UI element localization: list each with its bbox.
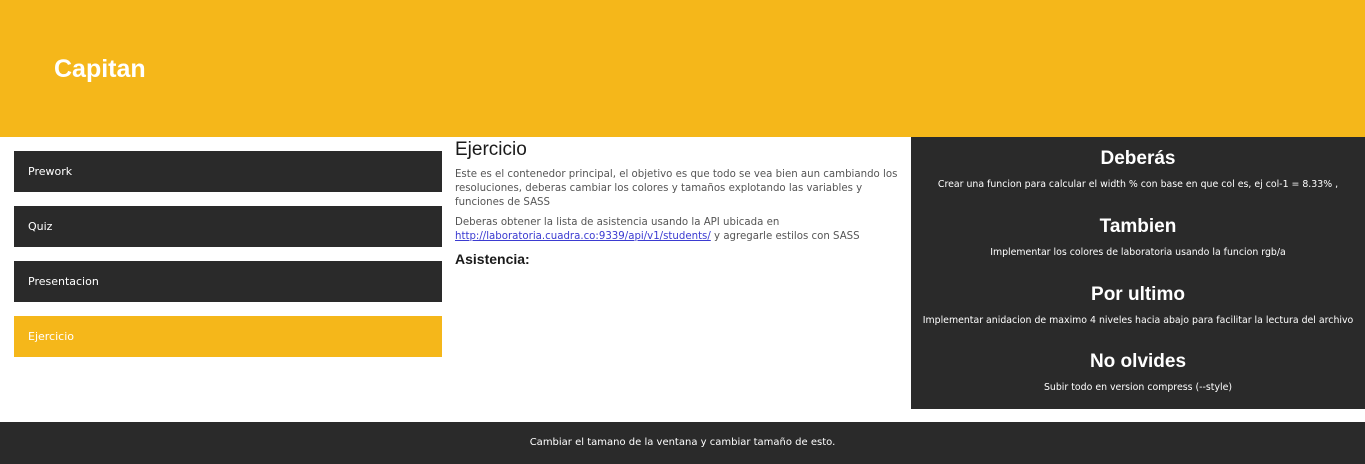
- sidebar-item-presentacion[interactable]: Presentacion: [14, 261, 442, 302]
- section-title: Deberás: [1100, 148, 1176, 169]
- section-text: Implementar los colores de laboratoria u…: [990, 247, 1286, 258]
- sidebar-item-quiz[interactable]: Quiz: [14, 206, 442, 247]
- api-paragraph: Deberas obtener la lista de asistencia u…: [455, 216, 900, 244]
- instructions-panel: Deberás Crear una funcion para calcular …: [911, 137, 1365, 409]
- page-title: Ejercicio: [455, 139, 527, 160]
- api-paragraph-tail: y agregarle estilos con SASS: [710, 231, 860, 242]
- section-text: Implementar anidacion de maximo 4 nivele…: [922, 315, 1354, 326]
- section-no-olvides: No olvides Subir todo en version compres…: [911, 350, 1365, 394]
- main-content: Ejercicio Este es el contenedor principa…: [455, 137, 900, 268]
- section-tambien: Tambien Implementar los colores de labor…: [911, 215, 1365, 259]
- section-text: Subir todo en version compress (--style): [1043, 382, 1233, 393]
- site-title: Capitan: [54, 55, 146, 83]
- attendance-heading: Asistencia:: [455, 251, 530, 267]
- header-banner: Capitan: [0, 0, 1365, 137]
- section-text: Crear una funcion para calcular el width…: [937, 179, 1339, 190]
- section-title: No olvides: [1089, 351, 1187, 372]
- section-deberas: Deberás Crear una funcion para calcular …: [911, 147, 1365, 191]
- section-title: Por ultimo: [1091, 284, 1185, 305]
- sidebar-item-ejercicio[interactable]: Ejercicio: [14, 316, 442, 357]
- intro-paragraph: Este es el contenedor principal, el obje…: [455, 169, 898, 208]
- section-por-ultimo: Por ultimo Implementar anidacion de maxi…: [911, 283, 1365, 327]
- footer-text: Cambiar el tamano de la ventana y cambia…: [529, 437, 836, 448]
- sidebar-nav: Prework Quiz Presentacion Ejercicio: [14, 151, 442, 371]
- footer: Cambiar el tamano de la ventana y cambia…: [0, 422, 1365, 464]
- api-link[interactable]: http://laboratoria.cuadra.co:9339/api/v1…: [455, 231, 711, 242]
- section-title: Tambien: [1099, 216, 1177, 237]
- sidebar-item-prework[interactable]: Prework: [14, 151, 442, 192]
- api-paragraph-lead: Deberas obtener la lista de asistencia u…: [455, 217, 780, 228]
